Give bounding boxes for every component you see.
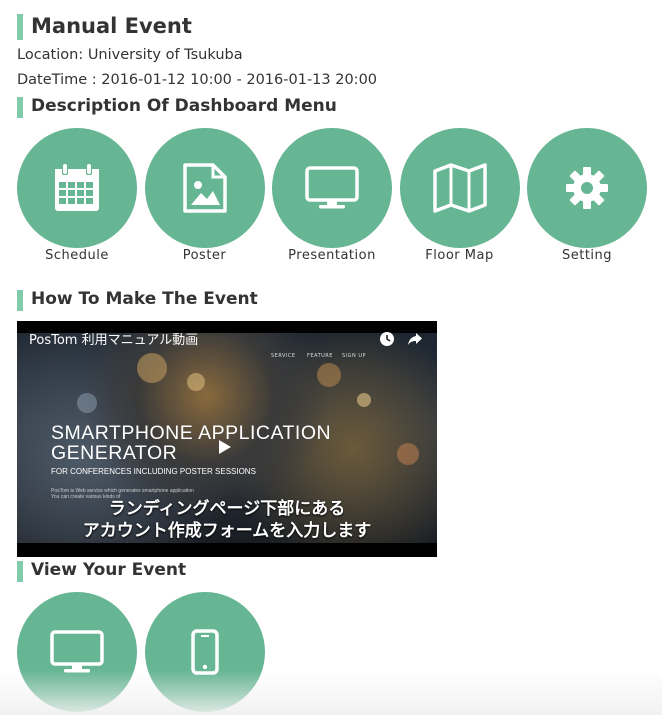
monitor-icon bbox=[305, 166, 359, 209]
page-title: Manual Event bbox=[17, 14, 192, 40]
howto-heading: How To Make The Event bbox=[17, 290, 258, 311]
gear-icon bbox=[566, 167, 608, 209]
bokeh-light bbox=[397, 443, 419, 465]
video-subline: FOR CONFERENCES INCLUDING POSTER SESSION… bbox=[51, 467, 256, 476]
clock-icon[interactable] bbox=[379, 331, 395, 347]
setting-button[interactable] bbox=[527, 128, 647, 248]
bokeh-light bbox=[357, 393, 371, 407]
video-headline-line2: GENERATOR bbox=[51, 442, 178, 464]
video-caption-line2: アカウント作成フォームを入力します bbox=[82, 521, 372, 541]
video-headline: SMARTPHONE APPLICATION GENERATOR bbox=[51, 423, 331, 463]
bokeh-light bbox=[317, 363, 341, 387]
menu-label-presentation: Presentation bbox=[288, 248, 376, 263]
play-icon[interactable] bbox=[219, 440, 231, 454]
menu-label-floor-map: Floor Map bbox=[425, 248, 494, 263]
dashboard-menu: Schedule Poster Presentation Floor Map S… bbox=[17, 128, 655, 263]
menu-label-schedule: Schedule bbox=[45, 248, 109, 263]
menu-label-setting: Setting bbox=[561, 248, 613, 263]
menu-item-schedule[interactable]: Schedule bbox=[17, 128, 145, 263]
map-icon bbox=[432, 163, 487, 213]
video-headline-line1: SMARTPHONE APPLICATION bbox=[51, 422, 332, 444]
menu-item-poster[interactable]: Poster bbox=[144, 128, 273, 263]
video-nav-service: SERVICE bbox=[271, 353, 296, 359]
presentation-button[interactable] bbox=[272, 128, 392, 248]
floor-map-button[interactable] bbox=[399, 128, 520, 248]
menu-item-presentation[interactable]: Presentation bbox=[272, 128, 400, 263]
video-caption: ランディングページ下部にある アカウント作成フォームを入力します bbox=[17, 498, 437, 542]
menu-item-setting[interactable]: Setting bbox=[527, 128, 655, 263]
video-caption-line1: ランディングページ下部にある bbox=[108, 499, 346, 519]
tutorial-video[interactable]: SERVICE FEATURE SIGN UP SMARTPHONE APPLI… bbox=[17, 321, 437, 557]
share-icon[interactable] bbox=[407, 331, 423, 347]
view-heading: View Your Event bbox=[17, 561, 186, 582]
monitor-icon bbox=[50, 630, 104, 673]
video-nav-signup: SIGN UP bbox=[342, 353, 367, 359]
schedule-button[interactable] bbox=[17, 128, 137, 248]
image-file-icon bbox=[182, 163, 227, 213]
poster-button[interactable] bbox=[144, 128, 265, 248]
bokeh-light bbox=[137, 353, 167, 383]
bokeh-light bbox=[77, 393, 97, 413]
smartphone-icon bbox=[190, 629, 219, 675]
bottom-fade bbox=[0, 670, 662, 715]
dashboard-heading: Description Of Dashboard Menu bbox=[17, 97, 337, 118]
menu-label-poster: Poster bbox=[182, 248, 227, 263]
calendar-icon bbox=[55, 163, 99, 211]
video-frame: SERVICE FEATURE SIGN UP SMARTPHONE APPLI… bbox=[17, 333, 437, 543]
event-location: Location: University of Tsukuba bbox=[17, 47, 243, 63]
event-datetime: DateTime : 2016-01-12 10:00 - 2016-01-13… bbox=[17, 72, 378, 88]
video-nav-feature: FEATURE bbox=[307, 353, 333, 359]
video-title[interactable]: PosTom 利用マニュアル動画 bbox=[29, 329, 198, 348]
bokeh-light bbox=[187, 373, 205, 391]
menu-item-floor-map[interactable]: Floor Map bbox=[399, 128, 528, 263]
